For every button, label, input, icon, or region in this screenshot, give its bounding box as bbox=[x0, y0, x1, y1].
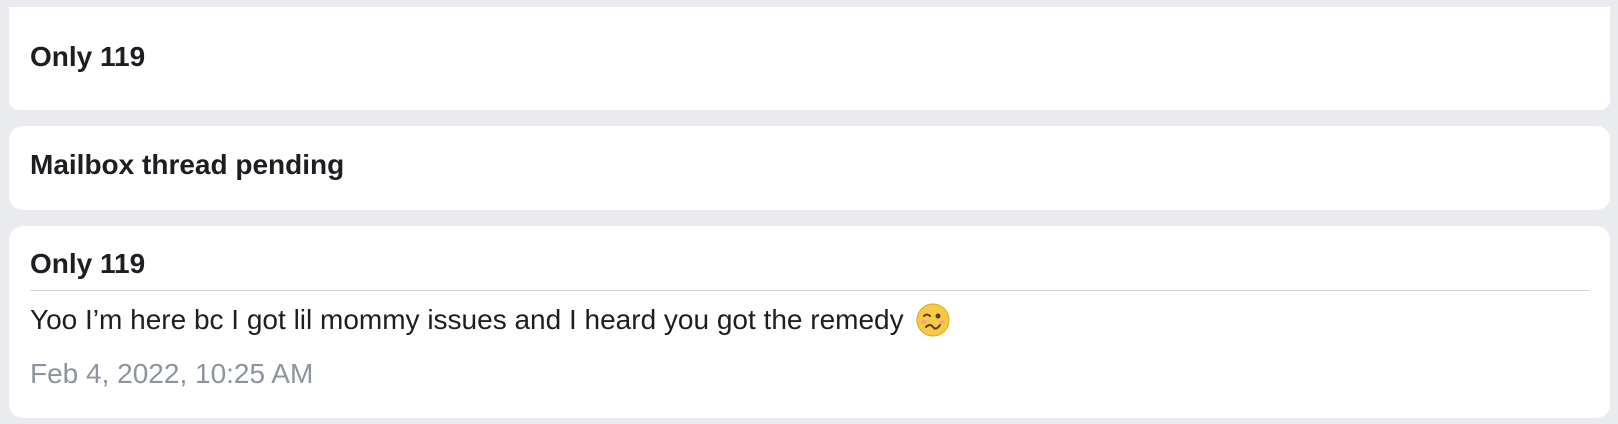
thread-title: Only 119 bbox=[30, 41, 146, 72]
message-text: Yoo I’m here bc I got lil mommy issues a… bbox=[30, 303, 950, 337]
message-body: Yoo I’m here bc I got lil mommy issues a… bbox=[30, 304, 904, 335]
thread-card-only-119[interactable]: Only 119 bbox=[9, 7, 1610, 110]
thread-title: Mailbox thread pending bbox=[30, 149, 345, 180]
divider bbox=[30, 290, 1589, 291]
woozy-face-icon bbox=[916, 303, 950, 337]
message-timestamp: Feb 4, 2022, 10:25 AM bbox=[30, 358, 314, 389]
sender-name: Only 119 bbox=[30, 248, 146, 279]
thread-card-mailbox-pending[interactable]: Mailbox thread pending bbox=[9, 126, 1610, 210]
message-card[interactable]: Only 119 Yoo I’m here bc I got lil mommy… bbox=[9, 226, 1610, 418]
